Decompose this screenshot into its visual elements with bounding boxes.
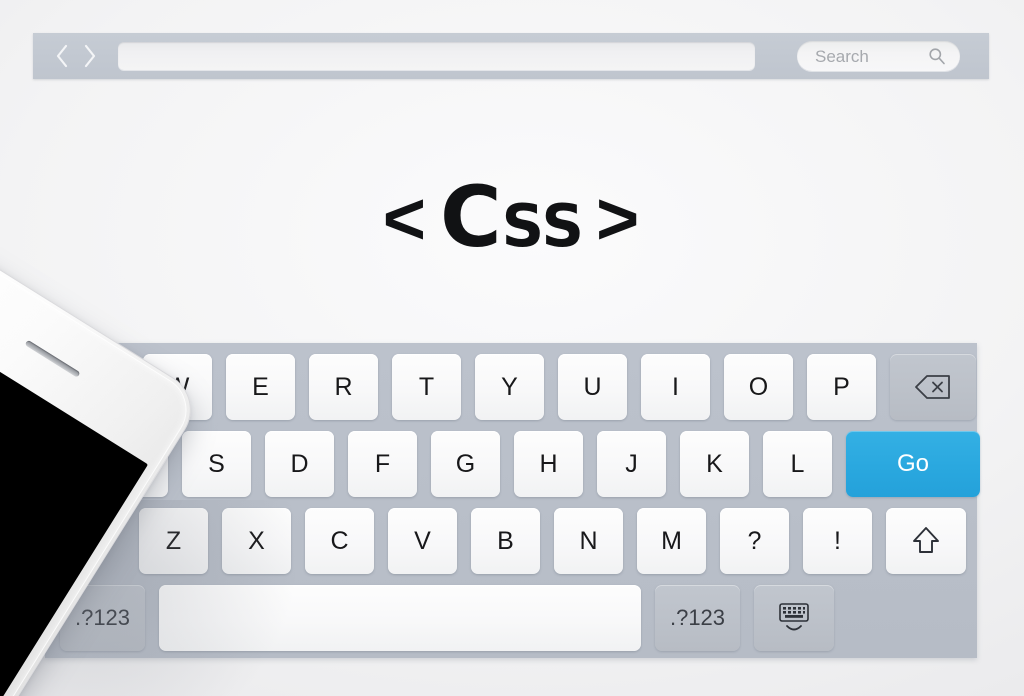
chevron-left-icon[interactable] [51, 41, 73, 71]
key-p[interactable]: P [807, 354, 876, 420]
key-f[interactable]: F [348, 431, 417, 497]
key-n[interactable]: N [554, 508, 623, 574]
keyboard-row-3: Z X C V B N M ? ! [139, 508, 966, 574]
key-d[interactable]: D [265, 431, 334, 497]
key-s[interactable]: S [182, 431, 251, 497]
key-backspace[interactable] [890, 354, 976, 420]
key-j[interactable]: J [597, 431, 666, 497]
keyboard-row-4: .?123 .?123 [60, 585, 834, 651]
key-c[interactable]: C [305, 508, 374, 574]
key-r[interactable]: R [309, 354, 378, 420]
key-shift[interactable] [886, 508, 966, 574]
title-word: Css [440, 168, 584, 266]
browser-toolbar [33, 33, 989, 79]
key-go[interactable]: Go [846, 431, 980, 497]
key-l[interactable]: L [763, 431, 832, 497]
key-b[interactable]: B [471, 508, 540, 574]
screenshot-canvas: <Css> Q W E R T Y U I O P [0, 0, 1024, 696]
key-g[interactable]: G [431, 431, 500, 497]
search-input[interactable] [813, 41, 925, 73]
keyboard-row-2: A S D F G H J K L Go [99, 431, 980, 497]
magnifier-icon[interactable] [928, 47, 946, 65]
key-numbers-right[interactable]: .?123 [655, 585, 740, 651]
shift-arrow-icon [909, 524, 943, 558]
chevron-right-icon[interactable] [79, 41, 101, 71]
key-e[interactable]: E [226, 354, 295, 420]
search-field[interactable] [797, 41, 960, 73]
key-o[interactable]: O [724, 354, 793, 420]
earpiece-speaker-icon [24, 339, 81, 378]
key-y[interactable]: Y [475, 354, 544, 420]
key-question[interactable]: ? [720, 508, 789, 574]
key-z[interactable]: Z [139, 508, 208, 574]
key-space[interactable] [159, 585, 641, 651]
key-x[interactable]: X [222, 508, 291, 574]
keyboard-dismiss-icon [774, 601, 814, 635]
key-u[interactable]: U [558, 354, 627, 420]
key-dismiss-keyboard[interactable] [754, 585, 834, 651]
key-t[interactable]: T [392, 354, 461, 420]
backspace-delete-icon [914, 373, 952, 401]
key-exclamation[interactable]: ! [803, 508, 872, 574]
key-h[interactable]: H [514, 431, 583, 497]
page-title: < Css > [0, 175, 1024, 259]
keyboard-row-1: Q W E R T Y U I O P [60, 354, 976, 420]
title-close-angle: > [595, 177, 642, 260]
key-k[interactable]: K [680, 431, 749, 497]
key-i[interactable]: I [641, 354, 710, 420]
key-v[interactable]: V [388, 508, 457, 574]
address-bar-input[interactable] [118, 42, 755, 70]
navigation-buttons [51, 33, 101, 79]
key-m[interactable]: M [637, 508, 706, 574]
title-open-angle: < [382, 177, 428, 260]
